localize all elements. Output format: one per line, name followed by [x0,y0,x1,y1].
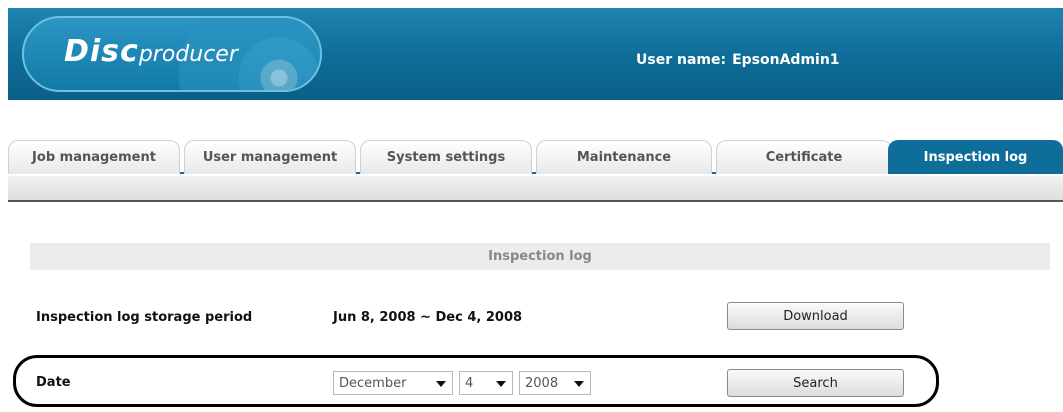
tab-job-management[interactable]: Job management [8,140,180,174]
header-banner: Discproducer User name: EpsonAdmin1 [8,8,1063,100]
sub-toolbar [8,176,1063,202]
month-select[interactable]: December [333,371,453,395]
download-button[interactable]: Download [727,302,904,330]
storage-period-value: Jun 8, 2008 ~ Dec 4, 2008 [333,310,523,325]
logo-disc-text: Disc [64,34,139,69]
day-select-value: 4 [465,375,474,391]
search-button[interactable]: Search [727,369,904,397]
chevron-down-icon [574,381,584,387]
user-info: User name: EpsonAdmin1 [636,52,840,68]
panel-title: Inspection log [30,243,1050,270]
storage-period-label: Inspection log storage period [36,310,253,325]
year-select[interactable]: 2008 [519,371,591,395]
chevron-down-icon [496,381,506,387]
chevron-down-icon [436,381,446,387]
logo-text: Discproducer [64,34,238,69]
main-tabs: Job management User management System se… [8,138,1063,174]
user-name-value: EpsonAdmin1 [732,52,840,68]
date-label: Date [36,375,71,390]
day-select[interactable]: 4 [459,371,513,395]
tab-user-management[interactable]: User management [184,140,356,174]
year-select-value: 2008 [525,375,559,391]
logo-producer-text: producer [138,42,238,67]
user-name-label: User name: [636,52,727,68]
tab-certificate[interactable]: Certificate [716,140,892,174]
tab-system-settings[interactable]: System settings [360,140,532,174]
month-select-value: December [339,375,407,391]
tab-inspection-log[interactable]: Inspection log [888,140,1063,174]
app-logo: Discproducer [22,16,322,92]
tab-maintenance[interactable]: Maintenance [536,140,712,174]
